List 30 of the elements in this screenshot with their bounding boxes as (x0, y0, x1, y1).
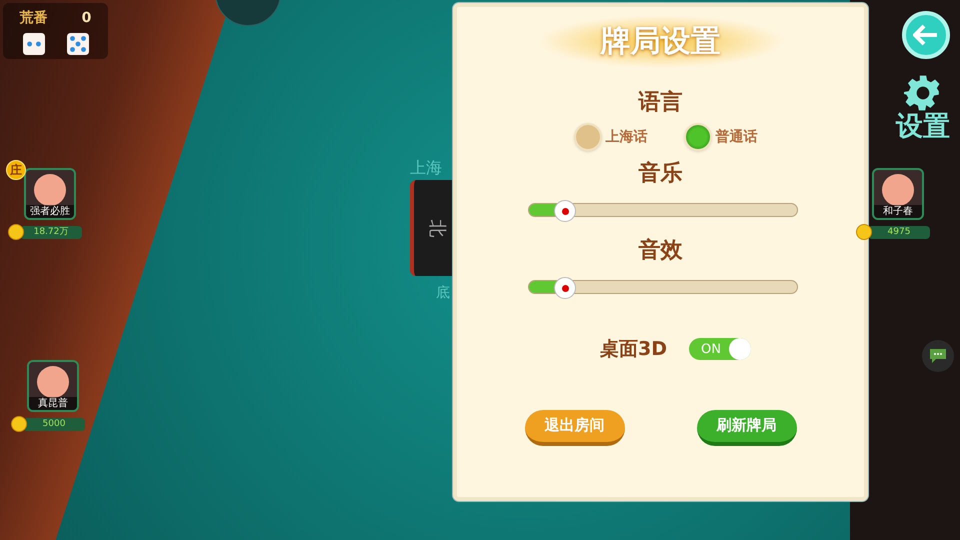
language-radio[interactable]: 上海话 (574, 123, 648, 151)
volume-slider[interactable] (528, 200, 798, 220)
table-label: 上海 (410, 157, 442, 179)
refresh-game-button[interactable]: 刷新牌局 (696, 410, 796, 446)
dice-icon (66, 32, 88, 54)
chat-bubble-icon (928, 347, 948, 365)
music-label: 音乐 (638, 160, 682, 188)
language-radio[interactable]: 普通话 (684, 123, 758, 151)
gear-icon (904, 74, 942, 112)
player-name: 强者必胜 (26, 205, 74, 218)
panel-title: 牌局设置 (600, 24, 720, 59)
toggle-switch[interactable]: ON (689, 338, 751, 360)
avatar[interactable]: 和子春 (872, 168, 924, 220)
avatar[interactable]: 强者必胜 (24, 168, 76, 220)
player-name: 和子春 (874, 205, 922, 218)
exit-room-button[interactable]: 退出房间 (524, 410, 624, 446)
table-label: 底 (436, 284, 450, 303)
dice-icon (22, 32, 44, 54)
round-value: 0 (82, 8, 92, 28)
slider-thumb[interactable] (554, 277, 576, 299)
language-label: 语言 (638, 88, 682, 117)
back-arrow-icon (913, 24, 939, 46)
player-name: 真昆普 (29, 397, 77, 410)
effects-label: 音效 (638, 236, 682, 265)
table-3d-label: 桌面3D (600, 337, 667, 362)
slider-thumb[interactable] (554, 200, 576, 222)
round-label: 荒番 (20, 8, 48, 28)
settings-button[interactable]: 设置 (896, 74, 950, 142)
avatar[interactable]: 真昆普 (27, 360, 79, 412)
volume-slider[interactable] (528, 277, 798, 297)
